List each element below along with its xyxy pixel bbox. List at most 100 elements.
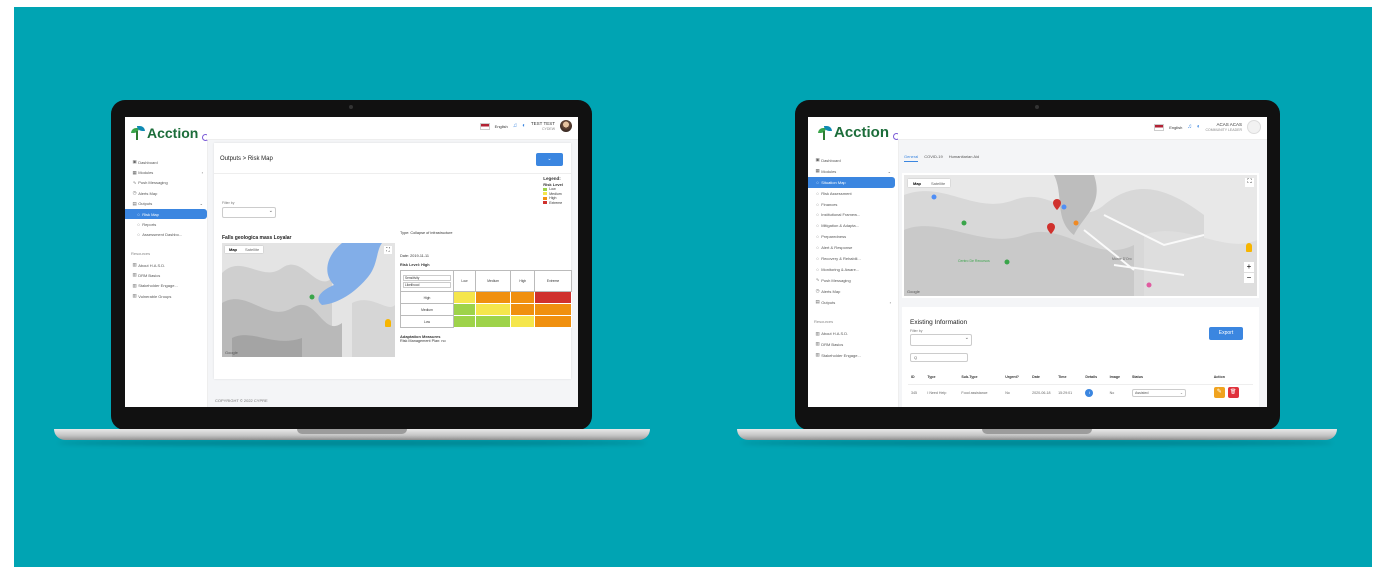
table-row[interactable]: 345 I Need Help Food assistance No 2020-06-1… [908,384,1253,401]
resources-heading: Resources [131,251,151,257]
sidebar-item-assessment-dashbo[interactable]: ○ Assessment Dashbo... [125,230,207,240]
chat-icon[interactable]: ◐ [1197,124,1201,130]
bell-icon[interactable]: ♫ [1187,124,1192,130]
outputs-icon: ▤ [815,299,820,305]
circle-icon: ○ [816,212,819,218]
zoom-in-button[interactable]: + [1244,262,1254,272]
sidebar-item-outputs[interactable]: ▤ Outputs ⌄ [125,199,207,209]
matrix-cell[interactable] [474,291,512,304]
book-icon: ▥ [132,293,137,299]
sidebar-item-alert-response[interactable]: ○ Alert & Response [808,242,895,253]
fullscreen-icon[interactable]: ⛶ [1245,178,1254,187]
resource-item-drm-basics[interactable]: ▥ DRM Basics [808,339,898,350]
resource-item-about-h-a-s-d[interactable]: ▥ About H.A.S.D. [808,328,898,339]
sidebar-item-alerts-map[interactable]: ◷ Alerts Map [125,188,207,198]
circle-icon: ○ [816,201,819,207]
fullscreen-icon[interactable]: ⛶ [384,246,392,254]
book-icon: ▥ [815,352,820,358]
sidebar-item-push-messaging[interactable]: ∿ Push Messaging [808,275,895,286]
sidebar-item-finances[interactable]: ○ Finances [808,199,895,210]
status-select[interactable]: Assisted ⌄ [1131,388,1186,397]
matrix-cell[interactable] [453,303,476,316]
map-tab-satellite[interactable]: Satellite [241,246,263,253]
matrix-row-label: Low [400,315,454,328]
left-logo[interactable]: Acction [131,125,210,141]
right-camera [1035,105,1039,109]
zoom-out-button[interactable]: − [1244,273,1254,283]
map-tab-satellite[interactable]: Satellite [926,179,950,187]
sidebar-item-risk-assessment[interactable]: ○ Risk Assessment [808,188,895,199]
tab-general[interactable]: General [904,154,919,162]
sidebar-item-dashboard[interactable]: ▣ Dashboard [125,157,207,167]
pegman-icon[interactable] [1246,243,1252,252]
sidebar-item-label: Situation Map [821,179,846,185]
info-icon[interactable]: i [1085,388,1094,397]
right-app-screen: Acction ▣ Dashboard ▦ Modules ⌄ ○ Situation Ma… [808,117,1267,407]
sidebar-item-situation-map[interactable]: ○ Situation Map [808,176,895,188]
sidebar-item-risk-map[interactable]: ○ Risk Map [125,208,207,220]
sidebar-item-institutional-framew[interactable]: ○ Institutional Framew... [808,209,895,220]
sidebar-item-mitigation-adapta[interactable]: ○ Mitigation & Adapta... [808,220,895,231]
matrix-cell[interactable] [474,315,512,328]
chat-icon[interactable]: ◐ [522,123,526,129]
sidebar-item-modules[interactable]: ▦ Modules › [125,167,207,177]
sidebar-item-outputs[interactable]: ▤ Outputs › [808,297,895,308]
bell-icon[interactable]: ♫ [513,123,518,129]
resource-item-stakeholder-engage[interactable]: ▥ Stakeholder Engage... [125,281,207,291]
matrix-cell[interactable] [534,303,572,316]
sidebar-item-recovery-rehabili[interactable]: ○ Recovery & Rehabili... [808,253,895,264]
clock-icon: ◷ [132,190,137,196]
page-action-button[interactable]: ⌄ [536,153,563,166]
tab-humanitarian-aid[interactable]: Humanitarian Aid [949,154,979,162]
matrix-cell[interactable] [510,291,536,304]
table-column-header: Details [1085,375,1098,379]
circle-icon: ○ [816,255,819,261]
avatar[interactable] [560,120,572,132]
filter-select[interactable]: ⌄ [222,207,276,218]
map-tab-map[interactable]: Map [225,246,241,253]
right-sidebar: Acction ▣ Dashboard ▦ Modules ⌄ ○ Situation Ma… [808,117,901,407]
export-button[interactable]: Export [1209,327,1243,340]
resource-item-about-h-a-s-d[interactable]: ▥ About H.A.S.D. [125,260,207,270]
chevron-icon: › [889,299,891,305]
modules-icon: ▦ [132,169,137,175]
matrix-row-label: High [400,291,454,304]
sidebar-item-modules[interactable]: ▦ Modules ⌄ [808,166,895,177]
matrix-cell[interactable] [453,315,476,328]
sidebar-item-dashboard[interactable]: ▣ Dashboard [808,155,895,166]
edit-icon[interactable]: ✎ [1213,387,1225,398]
matrix-cell[interactable] [474,303,512,316]
sidebar-item-label: Alert & Response [821,245,853,251]
sidebar-item-alerts-map[interactable]: ◷ Alerts Map [808,286,895,297]
sidebar-item-monitoring-aware[interactable]: ○ Monitoring & Aware... [808,264,895,275]
left-nav: ▣ Dashboard ▦ Modules › ∿ Push Messaging ◷ Alert… [125,157,207,301]
right-map[interactable]: Map Satellite Monte D'Oro Centro De Recu… [904,175,1257,296]
resource-item-vulnerable-groups[interactable]: ▥ Vulnerable Groups [125,291,207,301]
left-map[interactable]: Map Satellite ⛶ Google [222,243,395,357]
resource-item-label: Stakeholder Engage... [821,352,861,358]
resource-item-drm-basics[interactable]: ▥ DRM Basics [125,270,207,280]
matrix-cell[interactable] [534,315,572,328]
sidebar-item-push-messaging[interactable]: ∿ Push Messaging [125,178,207,188]
sidebar-item-reports[interactable]: ○ Reports [125,219,207,229]
resource-item-stakeholder-engage[interactable]: ▥ Stakeholder Engage... [808,350,898,361]
right-logo[interactable]: Acction [818,124,901,141]
language-selector[interactable]: English [495,124,508,129]
adaptation-text: Risk Management Plan: no [400,339,446,343]
tab-covid-19[interactable]: COVID-19 [924,154,942,162]
pegman-icon[interactable] [385,319,391,327]
language-selector[interactable]: English [1169,125,1182,130]
map-tab-map[interactable]: Map [908,179,926,187]
delete-icon[interactable]: 🗑 [1227,387,1239,398]
matrix-cell[interactable] [453,291,476,304]
sidebar-item-preparedness[interactable]: ○ Preparedness [808,231,895,242]
matrix-cell[interactable] [534,291,572,304]
search-input[interactable]: Q [910,353,968,362]
filter-select[interactable]: ⌄ [910,334,972,346]
matrix-cell[interactable] [510,315,536,328]
logo-text: Acction [834,124,890,141]
avatar[interactable] [1247,120,1261,134]
matrix-cell[interactable] [510,303,536,316]
table-cell-urgent: No [1005,390,1010,395]
legend-swatch [543,187,548,191]
